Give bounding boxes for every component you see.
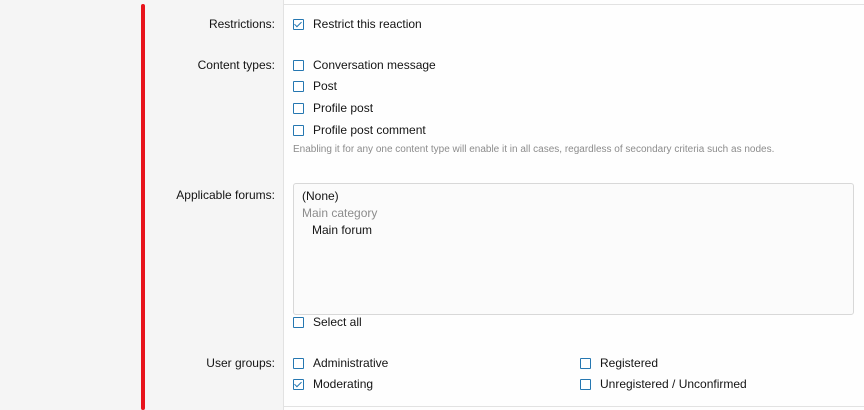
applicable-forums-label: Applicable forums: — [176, 188, 275, 202]
section-divider-top — [283, 4, 864, 5]
user-group-label: Administrative — [313, 356, 389, 370]
content-type-label: Conversation message — [313, 58, 436, 72]
user-group-label: Unregistered / Unconfirmed — [600, 377, 747, 391]
checkbox-icon[interactable] — [580, 378, 591, 390]
forum-option-none[interactable]: (None) — [302, 189, 339, 203]
user-group-unregistered-unconfirmed[interactable]: Unregistered / Unconfirmed — [580, 377, 747, 391]
user-group-administrative[interactable]: Administrative — [293, 356, 388, 370]
restrictions-label: Restrictions: — [208, 17, 275, 31]
content-type-profile-post-comment[interactable]: Profile post comment — [293, 123, 426, 137]
checkbox-icon[interactable] — [293, 357, 304, 369]
user-group-moderating[interactable]: Moderating — [293, 377, 373, 391]
checkbox-icon[interactable] — [293, 124, 304, 136]
checkbox-checked-icon[interactable] — [293, 18, 304, 30]
checkbox-icon[interactable] — [293, 316, 304, 328]
checkbox-icon[interactable] — [293, 59, 304, 71]
applicable-forums-listbox[interactable]: (None) Main category Main forum — [293, 183, 854, 315]
select-all-checkbox[interactable]: Select all — [293, 315, 362, 329]
checkbox-icon[interactable] — [293, 80, 304, 92]
content-type-label: Profile post comment — [313, 123, 426, 137]
section-divider-bottom — [283, 406, 864, 407]
checkbox-icon[interactable] — [580, 357, 591, 369]
user-group-label: Moderating — [313, 377, 374, 391]
user-groups-label: User groups: — [206, 356, 275, 370]
annotation-red-line — [141, 4, 145, 410]
forum-option-main-forum[interactable]: Main forum — [312, 223, 372, 237]
user-group-label: Registered — [600, 356, 659, 370]
checkbox-icon[interactable] — [293, 102, 304, 114]
restrict-reaction-checkbox[interactable]: Restrict this reaction — [293, 17, 422, 31]
content-type-profile-post[interactable]: Profile post — [293, 101, 373, 115]
checkbox-checked-icon[interactable] — [293, 378, 304, 390]
forum-group-main-category: Main category — [302, 206, 378, 220]
content-type-label: Profile post — [313, 101, 374, 115]
user-group-registered[interactable]: Registered — [580, 356, 658, 370]
content-type-label: Post — [313, 79, 338, 93]
content-type-post[interactable]: Post — [293, 79, 337, 93]
select-all-label: Select all — [313, 315, 362, 329]
content-types-hint: Enabling it for any one content type wil… — [293, 144, 775, 155]
restrict-reaction-label: Restrict this reaction — [313, 17, 422, 31]
content-types-label: Content types: — [197, 58, 275, 72]
content-type-conversation-message[interactable]: Conversation message — [293, 58, 436, 72]
